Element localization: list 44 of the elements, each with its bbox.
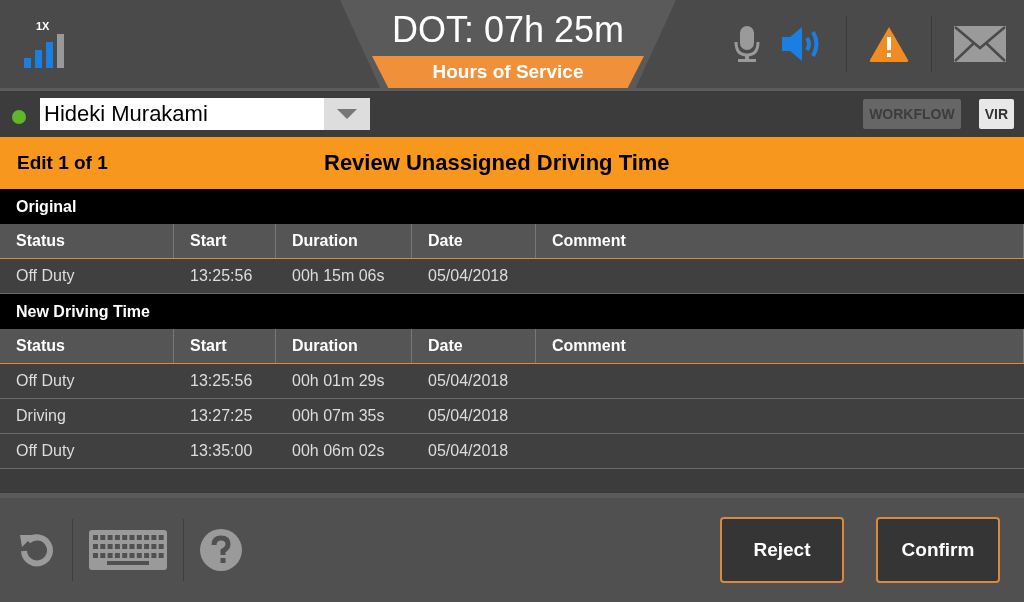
column-header: Status [0,224,174,258]
section-header: New Driving Time [0,294,1024,329]
table-cell-text: Off Duty [15,266,76,286]
column-header: Duration [276,224,412,258]
dot-clock: DOT: 07h 25m [391,10,625,50]
table-cell-text: Off Duty [15,371,76,391]
column-header: Date [412,224,536,258]
column-header: Comment [536,329,1024,363]
warning-icon[interactable] [869,26,909,62]
column-header: Comment [536,224,1024,258]
table-cell-text: 13:35:00 [189,441,254,461]
table-cell-text: Off Duty [15,441,76,461]
page-title: Review Unassigned Driving Time [324,150,670,176]
table-cell-text: 00h 07m 35s [291,406,386,426]
table-cell-text: 13:25:56 [189,371,254,391]
signal-label: 1X [36,20,50,32]
table-cell-text: 05/04/2018 [427,406,510,426]
column-header: Start [174,329,276,363]
driver-dropdown[interactable]: Hideki Murakami [40,98,370,130]
keyboard-icon[interactable] [89,530,167,570]
table-cell-text: 00h 06m 02s [291,441,386,461]
caret-icon [337,109,357,119]
mail-icon[interactable] [954,26,1006,62]
action-button[interactable]: Reject [720,517,844,583]
table-cell-text: Driving [15,406,67,426]
table-cell-text: 00h 15m 06s [291,266,386,286]
table-cell-text: 05/04/2018 [427,266,510,286]
column-header: Duration [276,329,412,363]
table-cell-text: 05/04/2018 [427,371,510,391]
column-header: Status [0,329,174,363]
toolbar-button[interactable]: VIR [978,99,1014,129]
help-icon[interactable] [200,529,242,571]
column-header: Date [412,329,536,363]
section-header: Original [0,189,1024,224]
signal-icon [24,34,66,68]
edit-counter: Edit 1 of 1 [16,152,109,174]
table-cell-text: 13:27:25 [189,406,254,426]
refresh-icon[interactable] [18,531,56,569]
table-cell-text: 05/04/2018 [427,441,510,461]
table-cell-text: 00h 01m 29s [291,371,386,391]
microphone-icon[interactable] [734,26,760,62]
table-cell-text: 13:25:56 [189,266,254,286]
action-button[interactable]: Confirm [876,517,1000,583]
column-header: Start [174,224,276,258]
